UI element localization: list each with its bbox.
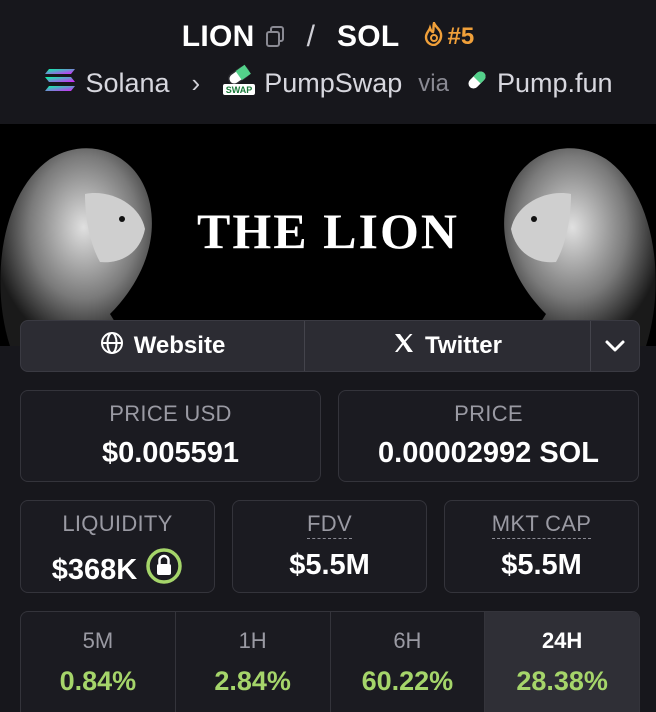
tab-change-value: 0.84% bbox=[59, 666, 137, 696]
price-native-card: PRICE 0.00002992 SOL bbox=[338, 390, 639, 482]
price-usd-label: PRICE USD bbox=[109, 401, 232, 426]
locked-liquidity-icon[interactable] bbox=[145, 547, 183, 593]
mkt-cap-label[interactable]: MKT CAP bbox=[491, 511, 592, 539]
tab-period-label: 24H bbox=[541, 628, 583, 653]
solana-icon bbox=[43, 67, 77, 100]
copy-icon[interactable] bbox=[265, 26, 285, 48]
fdv-label[interactable]: FDV bbox=[307, 511, 352, 539]
quote-symbol: SOL bbox=[336, 20, 400, 53]
price-usd-card: PRICE USD $0.005591 bbox=[20, 390, 321, 482]
pair-title-row: LION / SOL #5 bbox=[0, 19, 656, 54]
website-label: Website bbox=[133, 332, 226, 359]
banner-title: THE LION bbox=[197, 203, 459, 259]
liquidity-value-row: $368K bbox=[21, 547, 214, 593]
tab-period-label: 1H bbox=[238, 628, 267, 653]
token-banner: THE LION bbox=[0, 124, 656, 346]
globe-icon bbox=[100, 331, 124, 362]
tab-24h[interactable]: 24H 28.38% bbox=[485, 612, 639, 712]
chevron-right-icon: › bbox=[191, 68, 201, 98]
website-button[interactable]: Website bbox=[21, 321, 305, 371]
dex-link[interactable]: PumpSwap bbox=[264, 68, 402, 99]
tab-change-value: 2.84% bbox=[214, 666, 291, 696]
x-logo-icon bbox=[393, 332, 415, 361]
chevron-down-icon bbox=[604, 332, 626, 360]
breadcrumb: Solana › SWAP PumpSwap via Pump.fun bbox=[0, 64, 656, 103]
trending-rank: #5 bbox=[447, 23, 475, 50]
tab-6h[interactable]: 6H 60.22% bbox=[331, 612, 486, 712]
twitter-label: Twitter bbox=[425, 332, 502, 359]
twitter-button[interactable]: Twitter bbox=[305, 321, 591, 371]
pair-header: LION / SOL #5 Solana › SWAP PumpSwap via… bbox=[0, 0, 656, 124]
tab-period-label: 5M bbox=[82, 628, 114, 653]
trending-badge[interactable]: #5 bbox=[424, 19, 475, 53]
liquidity-value: $368K bbox=[51, 553, 138, 586]
fdv-value: $5.5M bbox=[289, 549, 370, 581]
via-label: via bbox=[418, 69, 449, 97]
tab-change-value: 28.38% bbox=[516, 666, 608, 696]
tab-period-label: 6H bbox=[393, 628, 422, 653]
base-symbol: LION bbox=[181, 20, 255, 53]
fdv-card: FDV $5.5M bbox=[232, 500, 427, 593]
tab-1h[interactable]: 1H 2.84% bbox=[176, 612, 331, 712]
liquidity-card: LIQUIDITY $368K bbox=[20, 500, 215, 593]
price-change-tabs: 5M 0.84% 1H 2.84% 6H 60.22% 24H 28.38% bbox=[20, 611, 640, 712]
chain-link[interactable]: Solana bbox=[85, 68, 169, 99]
price-native-label: PRICE bbox=[454, 401, 523, 426]
price-native-value: 0.00002992 SOL bbox=[378, 437, 599, 469]
pair-separator: / bbox=[306, 20, 315, 53]
tab-5m[interactable]: 5M 0.84% bbox=[21, 612, 176, 712]
mkt-cap-value: $5.5M bbox=[501, 549, 582, 581]
pill-icon bbox=[465, 68, 489, 99]
launchpad-link[interactable]: Pump.fun bbox=[497, 68, 613, 99]
more-links-button[interactable] bbox=[591, 321, 639, 371]
tab-change-value: 60.22% bbox=[361, 666, 454, 696]
liquidity-label: LIQUIDITY bbox=[62, 511, 173, 536]
swap-icon-label: SWAP bbox=[226, 85, 253, 95]
flame-icon bbox=[424, 19, 444, 53]
social-links-bar: Website Twitter bbox=[20, 320, 640, 372]
pumpswap-icon: SWAP bbox=[222, 64, 256, 103]
mkt-cap-card: MKT CAP $5.5M bbox=[444, 500, 639, 593]
price-usd-value: $0.005591 bbox=[101, 437, 240, 469]
